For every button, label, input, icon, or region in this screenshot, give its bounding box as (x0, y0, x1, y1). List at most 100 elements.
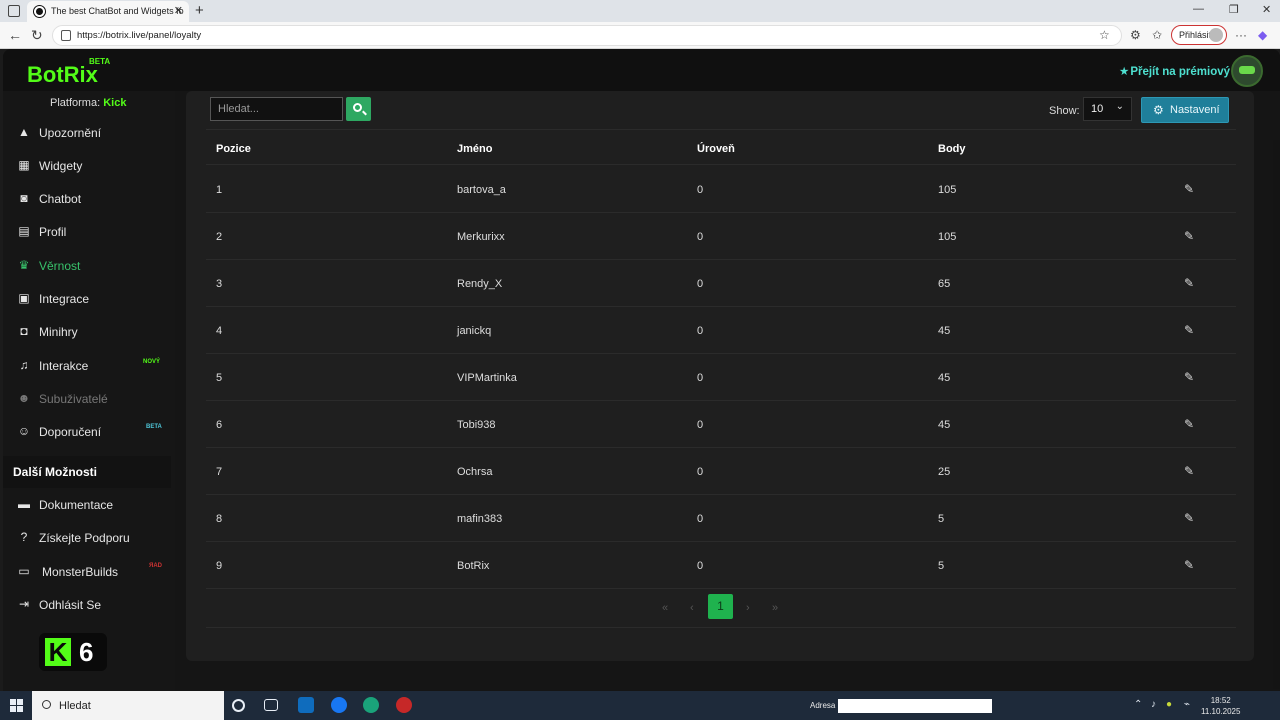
sidebar-item-label: Věrnost (39, 259, 81, 273)
edit-pencil-icon[interactable]: ✎ (1184, 464, 1194, 478)
column-header-uroven[interactable]: Úroveň (697, 143, 735, 155)
sidebar-item-subuzivatele[interactable]: ☻ Subuživatelé (3, 384, 175, 414)
gears-icon: ⚙ (1153, 103, 1164, 117)
window-menu-icon[interactable] (8, 5, 20, 17)
url-input[interactable]: https://botrix.live/panel/loyalty (52, 25, 1122, 46)
refresh-icon[interactable]: ↻ (31, 27, 43, 44)
edit-pencil-icon[interactable]: ✎ (1184, 511, 1194, 525)
edit-pencil-icon[interactable]: ✎ (1184, 558, 1194, 572)
minimize-icon[interactable]: — (1193, 3, 1204, 15)
cell-uroven: 0 (697, 419, 704, 431)
sidebar-item-dokumentace[interactable]: ▬ Dokumentace (3, 490, 175, 520)
cell-pozice: 4 (216, 325, 223, 337)
gamepad-icon: ◘ (20, 324, 28, 338)
table-row: 9 BotRix 0 5 ✎ (206, 542, 1236, 589)
sidebar-item-integrace[interactable]: ▣ Integrace (3, 284, 175, 314)
windows-start-icon[interactable] (10, 699, 23, 712)
sidebar-item-profil[interactable]: ▤ Profil (3, 217, 175, 247)
cell-uroven: 0 (697, 513, 704, 525)
tray-chevron-icon[interactable]: ⌃ (1134, 699, 1142, 710)
sidebar-item-vernost[interactable]: ♛ Věrnost (3, 251, 175, 281)
beta-badge: BETA (146, 424, 162, 430)
column-header-pozice[interactable]: Pozice (216, 143, 251, 155)
column-header-body[interactable]: Body (938, 143, 966, 155)
edit-pencil-icon[interactable]: ✎ (1184, 323, 1194, 337)
current-page-button[interactable]: 1 (708, 594, 733, 619)
pagination: « ‹ 1 › » (206, 590, 1236, 628)
app-icon[interactable] (396, 697, 412, 713)
extensions-icon[interactable]: ⚙ (1130, 28, 1141, 42)
messenger-icon[interactable] (331, 697, 347, 713)
network-icon[interactable]: ⌁ (1184, 699, 1190, 710)
cell-jmeno: VIPMartinka (457, 372, 517, 384)
sidebar-item-odhlasit[interactable]: ⇥ Odhlásit Se (3, 590, 175, 620)
next-page-button[interactable]: › (746, 602, 750, 614)
search-button[interactable] (346, 97, 371, 121)
show-label: Show: (1049, 105, 1080, 117)
loyalty-panel: Show: 10 ⌄ ⚙ Nastavení Pozice Jméno Úrov… (186, 91, 1254, 661)
user-avatar[interactable] (1231, 55, 1263, 87)
first-page-button[interactable]: « (662, 602, 668, 614)
sidebar-item-interakce[interactable]: ♫ Interakce NOVÝ (3, 351, 175, 381)
taskbar-clock[interactable]: 18:52 11.10.2025 (1201, 695, 1240, 717)
page-size-select[interactable]: 10 ⌄ (1083, 97, 1132, 121)
tray-app-icon[interactable]: ● (1166, 699, 1172, 710)
search-input[interactable] (210, 97, 343, 121)
edit-pencil-icon[interactable]: ✎ (1184, 276, 1194, 290)
close-window-icon[interactable]: ✕ (1262, 3, 1271, 16)
close-tab-icon[interactable]: ✕ (174, 4, 183, 17)
star-icon: ★ (1119, 66, 1130, 78)
logo-text: BotRix (27, 62, 98, 87)
logout-icon: ⇥ (18, 597, 30, 611)
favorites-icon[interactable]: ✩ (1152, 28, 1162, 42)
cell-body: 5 (938, 513, 945, 525)
last-page-button[interactable]: » (772, 602, 778, 614)
address-toolbar-input[interactable] (838, 699, 992, 713)
edge-icon[interactable] (363, 697, 379, 713)
sidebar-item-minihry[interactable]: ◘ Minihry (3, 317, 175, 347)
edit-pencil-icon[interactable]: ✎ (1184, 229, 1194, 243)
sidebar-item-doporuceni[interactable]: ☺ Doporučení BETA (3, 417, 175, 447)
cell-body: 105 (938, 184, 957, 196)
back-icon[interactable]: ← (8, 27, 22, 43)
cell-body: 105 (938, 231, 957, 243)
sidebar-item-chatbot[interactable]: ◙ Chatbot (3, 184, 175, 214)
cell-jmeno: janickq (457, 325, 492, 337)
edit-pencil-icon[interactable]: ✎ (1184, 417, 1194, 431)
copilot-icon[interactable]: ◆ (1258, 28, 1267, 42)
sidebar-item-label: Integrace (39, 292, 90, 306)
signin-button[interactable]: Přihlásit (1171, 25, 1227, 45)
botrix-logo[interactable]: BotRix BETA (27, 57, 110, 88)
kick-logo-icon: K (45, 638, 71, 666)
microphone-icon[interactable]: ♪ (1151, 699, 1156, 710)
page-scrollbar[interactable] (1273, 140, 1280, 689)
settings-label: Nastavení (1170, 104, 1220, 116)
edit-pencil-icon[interactable]: ✎ (1184, 182, 1194, 196)
browser-tab[interactable]: The best ChatBot and Widgets fo ✕ (27, 1, 189, 22)
trophy-icon: ♛ (18, 258, 30, 272)
user-friends-icon: ☺ (17, 424, 31, 438)
search-icon (353, 103, 362, 112)
cortana-icon[interactable] (232, 699, 245, 712)
sidebar-item-upozorneni[interactable]: ▲ Upozornění (3, 118, 175, 148)
book-icon: ▬ (18, 497, 30, 511)
premium-link[interactable]: ★Přejít na prémiový (1119, 64, 1230, 78)
favorite-star-icon[interactable]: ☆ (1099, 28, 1110, 42)
maximize-icon[interactable]: ❐ (1229, 3, 1239, 16)
settings-button[interactable]: ⚙ Nastavení (1141, 97, 1229, 123)
platform-indicator: Platforma: Kick (50, 97, 126, 109)
cell-body: 25 (938, 466, 951, 478)
prev-page-button[interactable]: ‹ (690, 602, 694, 614)
sidebar-item-podpora[interactable]: ? Získejte Podporu (3, 523, 175, 553)
outlook-icon[interactable] (298, 697, 314, 713)
more-options-icon[interactable]: ··· (1235, 28, 1247, 42)
cell-body: 45 (938, 325, 951, 337)
taskbar-search[interactable]: Hledat (32, 691, 224, 720)
sidebar-item-monsterbuilds[interactable]: ▭ MonsterBuilds ЯAD (3, 557, 175, 587)
column-header-jmeno[interactable]: Jméno (457, 143, 492, 155)
kick-badge: K 6 (39, 633, 107, 671)
task-view-icon[interactable] (264, 699, 278, 711)
edit-pencil-icon[interactable]: ✎ (1184, 370, 1194, 384)
new-tab-button[interactable]: + (195, 2, 204, 19)
sidebar-item-widgety[interactable]: ▦ Widgety (3, 151, 175, 181)
